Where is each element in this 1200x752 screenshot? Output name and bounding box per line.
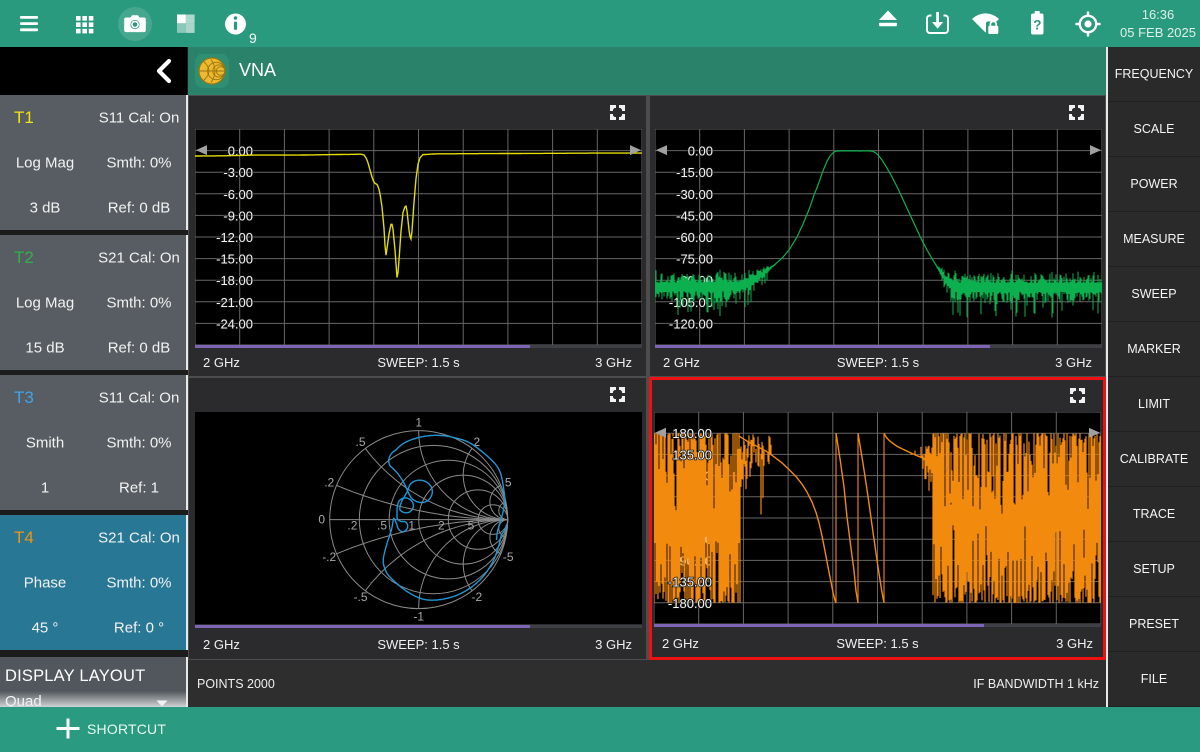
svg-text:-180.00: -180.00 bbox=[668, 596, 712, 611]
svg-text:.5: .5 bbox=[377, 519, 387, 533]
svg-text:-15.00: -15.00 bbox=[216, 252, 253, 267]
svg-text:9: 9 bbox=[249, 30, 257, 46]
svg-text:.2: .2 bbox=[347, 519, 357, 533]
svg-text:0.00: 0.00 bbox=[688, 144, 713, 159]
svg-text:180.00: 180.00 bbox=[672, 426, 712, 441]
svg-text:2: 2 bbox=[438, 519, 445, 533]
svg-text:.2: .2 bbox=[324, 475, 334, 489]
svg-text:135.00: 135.00 bbox=[672, 447, 712, 462]
svg-text:-60.00: -60.00 bbox=[676, 230, 713, 245]
svg-text:-6.00: -6.00 bbox=[223, 187, 253, 202]
svg-text:.5: .5 bbox=[355, 435, 365, 449]
svg-text:-.2: -.2 bbox=[322, 550, 336, 564]
svg-text:1: 1 bbox=[415, 416, 422, 430]
svg-text:0.00: 0.00 bbox=[228, 144, 253, 159]
svg-text:-120.00: -120.00 bbox=[669, 316, 713, 331]
svg-text:5: 5 bbox=[505, 475, 512, 489]
svg-text:-1: -1 bbox=[413, 610, 424, 624]
svg-text:-15.00: -15.00 bbox=[676, 165, 713, 180]
svg-text:?: ? bbox=[1033, 18, 1041, 33]
svg-text:5: 5 bbox=[468, 519, 475, 533]
svg-text:-3.00: -3.00 bbox=[223, 165, 253, 180]
svg-text:0: 0 bbox=[318, 513, 325, 527]
svg-text:-30.00: -30.00 bbox=[676, 187, 713, 202]
svg-text:-12.00: -12.00 bbox=[216, 230, 253, 245]
svg-text:-18.00: -18.00 bbox=[216, 273, 253, 288]
svg-text:-2: -2 bbox=[472, 590, 483, 604]
svg-text:-24.00: -24.00 bbox=[216, 316, 253, 331]
svg-text:1: 1 bbox=[408, 519, 415, 533]
svg-text:-9.00: -9.00 bbox=[223, 208, 253, 223]
svg-text:-45.00: -45.00 bbox=[676, 208, 713, 223]
svg-text:-5: -5 bbox=[503, 550, 514, 564]
svg-text:-21.00: -21.00 bbox=[216, 295, 253, 310]
svg-text:-135.00: -135.00 bbox=[668, 575, 712, 590]
svg-text:-.5: -.5 bbox=[353, 590, 367, 604]
svg-text:-75.00: -75.00 bbox=[676, 252, 713, 267]
